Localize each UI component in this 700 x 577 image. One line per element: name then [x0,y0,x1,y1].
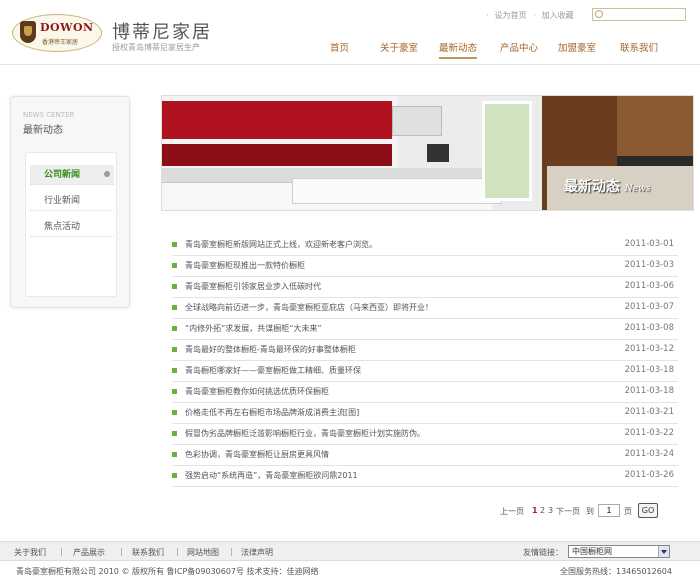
site-title: 博蒂尼家居 [112,22,212,43]
news-row[interactable]: 青岛豪室橱柜引领家居业步入低碳时代 2011-03-06 [172,277,678,298]
header-divider [0,64,700,65]
sidebar-item-company-news[interactable]: 公司新闻 [30,165,114,185]
news-date: 2011-03-24 [624,449,674,459]
search-input[interactable] [606,10,684,19]
news-date: 2011-03-18 [624,386,674,396]
friend-links-label: 友情链接： [523,548,563,557]
nav-products[interactable]: 产品中心 [500,40,538,54]
news-row[interactable]: 青岛豪室橱柜新版网站正式上线，欢迎新老客户浏览。 2011-03-01 [172,235,678,256]
bullet-icon [172,242,177,247]
sidebar-menu: 公司新闻 行业新闻 焦点活动 [25,152,117,297]
sidebar-item-focus-events[interactable]: 焦点活动 [30,217,114,237]
footer-link-legal[interactable]: 法律声明 [241,547,273,558]
search-box[interactable] [592,8,686,21]
search-icon[interactable] [595,10,603,18]
bullet-icon [172,305,177,310]
bullet-icon [172,347,177,352]
news-row[interactable]: 强势启动“系统再造”，青岛豪室橱柜欲问鼎2011 2011-03-26 [172,466,678,487]
bullet-icon [172,263,177,268]
news-date: 2011-03-06 [624,281,674,291]
news-row[interactable]: 青岛橱柜哪家好——豪室橱柜做工精细、质量环保 2011-03-18 [172,361,678,382]
news-row[interactable]: 全球战略向前迈进一步，青岛豪室橱柜亚庇店（马来西亚）即将开业！ 2011-03-0… [172,298,678,319]
news-row[interactable]: 青岛豪室橱柜教你如何挑选优质环保橱柜 2011-03-18 [172,382,678,403]
news-title-link[interactable]: 青岛豪室橱柜新版网站正式上线，欢迎新老客户浏览。 [185,235,377,254]
sidebar-item-industry-news[interactable]: 行业新闻 [30,191,114,211]
sidebar-title: 最新动态 [23,125,63,136]
nav-news[interactable]: 最新动态 [439,40,478,59]
banner-caption-en: News [624,184,651,194]
nav-contact[interactable]: 联系我们 [620,40,658,54]
news-title-link[interactable]: 价格走低不再左右橱柜市场品牌渐成消费主流[图] [185,403,359,422]
banner-caption: 最新动态 News [564,179,651,195]
chevron-down-icon[interactable] [658,546,669,557]
footer-bar: 关于我们 | 产品展示 | 联系我们 | 网站地图 | 法律声明 友情链接： 中… [0,541,700,561]
news-date: 2011-03-08 [624,323,674,333]
news-date: 2011-03-07 [624,302,674,312]
footer-link-sitemap[interactable]: 网站地图 [187,547,219,558]
goto-label: 到 [586,507,594,516]
page-unit-label: 页 [624,507,632,516]
news-title-link[interactable]: “内修外拓”求发展，共谋橱柜“大未来” [185,319,322,338]
news-date: 2011-03-26 [624,470,674,480]
bullet-icon [172,368,177,373]
news-row[interactable]: 青岛最好的整体橱柜-青岛最环保的好事整体橱柜 2011-03-12 [172,340,678,361]
news-title-link[interactable]: 青岛豪室橱柜教你如何挑选优质环保橱柜 [185,382,329,401]
news-title-link[interactable]: 青岛最好的整体橱柜-青岛最环保的好事整体橱柜 [185,340,356,359]
news-row[interactable]: 色彩协调，青岛豪室橱柜让厨房更具风情 2011-03-24 [172,445,678,466]
go-button[interactable]: GO [638,503,658,518]
footer-link-products[interactable]: 产品展示 [73,547,105,558]
news-row[interactable]: “内修外拓”求发展，共谋橱柜“大未来” 2011-03-08 [172,319,678,340]
page-1-link[interactable]: 1 [532,506,538,515]
add-favorite-link[interactable]: 加入收藏 [542,11,574,20]
crest-icon [20,21,36,43]
news-title-link[interactable]: 强势启动“系统再造”，青岛豪室橱柜欲问鼎2011 [185,466,358,485]
sidebar-title-en: NEWS CENTER [23,111,75,119]
page-number-input[interactable] [598,504,620,517]
bullet-icon [172,473,177,478]
logo-brand: DOWON [40,21,94,34]
news-title-link[interactable]: 全球战略向前迈进一步，青岛豪室橱柜亚庇店（马来西亚）即将开业！ [185,298,433,317]
news-title-link[interactable]: 假冒伪劣品牌橱柜泛滥影响橱柜行业，青岛豪室橱柜计划实施防伪。 [185,424,425,443]
copyright-text: 青岛豪室橱柜有限公司 2010 © 版权所有 鲁ICP备09030607号 技术… [16,567,319,576]
news-row[interactable]: 假冒伪劣品牌橱柜泛滥影响橱柜行业，青岛豪室橱柜计划实施防伪。 2011-03-22 [172,424,678,445]
news-row[interactable]: 价格走低不再左右橱柜市场品牌渐成消费主流[图] 2011-03-21 [172,403,678,424]
header: DOWON 香港帝王家居 博蒂尼家居 授权青岛博蒂尼家居生产 · 设为首页 · 加入… [0,0,700,64]
friend-links-select[interactable]: 中国橱柜网 [568,545,670,558]
hotline-text: 全国服务热线：13465012604 [560,567,672,576]
news-date: 2011-03-18 [624,365,674,375]
next-page-link[interactable]: 下一页 [556,506,580,517]
nav-home[interactable]: 首页 [330,40,349,54]
news-row[interactable]: 青岛豪室橱柜现推出一款特价橱柜 2011-03-03 [172,256,678,277]
bullet-icon [172,410,177,415]
bullet-icon [172,452,177,457]
site-subtitle: 授权青岛博蒂尼家居生产 [112,43,200,52]
bullet-icon [172,326,177,331]
news-title-link[interactable]: 青岛豪室橱柜现推出一款特价橱柜 [185,256,305,275]
set-home-link[interactable]: 设为首页 [495,11,527,20]
prev-page-link[interactable]: 上一页 [500,506,524,517]
news-date: 2011-03-03 [624,260,674,270]
bullet-icon [172,284,177,289]
nav-about[interactable]: 关于豪室 [380,40,418,54]
footer-link-about[interactable]: 关于我们 [14,547,46,558]
news-title-link[interactable]: 青岛橱柜哪家好——豪室橱柜做工精细、质量环保 [185,361,361,380]
top-links: · 设为首页 · 加入收藏 [486,11,574,20]
logo[interactable]: DOWON 香港帝王家居 [12,14,102,52]
news-date: 2011-03-21 [624,407,674,417]
nav-franchise[interactable]: 加盟豪室 [558,40,596,54]
page-3-link[interactable]: 3 [548,506,553,515]
news-title-link[interactable]: 青岛豪室橱柜引领家居业步入低碳时代 [185,277,321,296]
news-date: 2011-03-01 [624,239,674,249]
news-date: 2011-03-22 [624,428,674,438]
bullet-icon [172,431,177,436]
bullet-icon [172,389,177,394]
news-list: 青岛豪室橱柜新版网站正式上线，欢迎新老客户浏览。 2011-03-01 青岛豪室橱柜… [172,235,678,487]
news-title-link[interactable]: 色彩协调，青岛豪室橱柜让厨房更具风情 [185,445,329,464]
sidebar: NEWS CENTER 最新动态 公司新闻 行业新闻 焦点活动 [10,96,130,308]
news-date: 2011-03-12 [624,344,674,354]
page-2-link[interactable]: 2 [540,506,545,515]
news-banner: 最新动态 News [161,95,694,211]
footer-link-contact[interactable]: 联系我们 [132,547,164,558]
logo-sub: 香港帝王家居 [42,39,79,46]
